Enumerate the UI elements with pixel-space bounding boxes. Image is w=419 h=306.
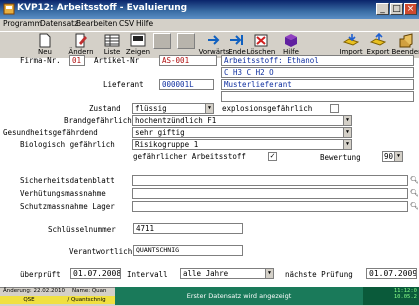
schluessel-label: Schlüsselnummer — [48, 225, 116, 234]
menu-datensatz[interactable]: Datensatz — [40, 19, 78, 28]
lieferant-name: Musterlieferant — [221, 79, 414, 90]
gesundheit-select[interactable]: sehr giftig ▼ — [132, 127, 352, 138]
menu-bearbeiten[interactable]: Bearbeiten — [76, 19, 117, 28]
clock: 11:12:0 10.05.2 — [363, 287, 419, 305]
help-icon — [282, 33, 300, 48]
maximize-button[interactable]: □ — [390, 3, 403, 15]
naechste-input[interactable]: 01.07.2009 — [366, 268, 417, 279]
close-button[interactable]: × — [404, 3, 417, 15]
browse-icon[interactable]: 🔍︎ — [410, 189, 419, 198]
artikel-name: Arbeitsstoff: Ethanol — [221, 55, 414, 66]
status-message: Erster Datensatz wird angezeigt — [115, 287, 363, 305]
sdb-label: Sicherheitsdatenblatt — [20, 176, 115, 185]
extra-field — [221, 91, 414, 102]
chevron-down-icon: ▼ — [343, 116, 351, 125]
brand-label: Brandgefährlich — [64, 116, 132, 125]
browse-icon[interactable]: 🔍︎ — [410, 202, 419, 211]
chevron-down-icon: ▼ — [394, 152, 402, 161]
menu-hilfe[interactable]: Hilfe — [136, 19, 153, 28]
delete-icon — [252, 33, 270, 48]
brand-select[interactable]: hochentzündlich F1 ▼ — [132, 115, 352, 126]
status-name: Name: Quan — [72, 288, 107, 294]
zustand-label: Zustand — [89, 104, 121, 113]
chevron-down-icon: ▼ — [205, 104, 213, 113]
verhuetung-input[interactable] — [132, 188, 408, 199]
bio-select[interactable]: Risikogruppe 1 ▼ — [132, 139, 352, 150]
verantwortlich-label: Verantwortlich — [69, 247, 133, 256]
clock-date: 10.05.2 — [393, 294, 417, 300]
import-icon — [342, 33, 360, 48]
status-user: / Quantschnig — [58, 296, 115, 304]
bewertung-label: Bewertung — [320, 153, 361, 162]
view-button[interactable]: Zeigen — [125, 32, 151, 58]
formula-field: C H3 C H2 O — [221, 67, 414, 78]
lieferant-input[interactable]: 000001L — [159, 79, 214, 90]
explosion-label: explosionsgefährlich — [222, 104, 313, 113]
window-title: KVP12: Arbeitsstoff - Evaluierung — [17, 3, 188, 13]
new-button[interactable]: Neu — [32, 32, 58, 58]
ueberprueft-label: überprüft — [20, 270, 61, 279]
lieferant-label: Lieferant — [103, 80, 144, 89]
gefaehrlich-checkbox[interactable]: ✓ — [268, 152, 277, 161]
sdb-input[interactable] — [132, 175, 408, 186]
gesundheit-label: Gesundheitsgefährdend — [3, 128, 98, 137]
minimize-button[interactable]: _ — [376, 3, 389, 15]
edit-icon — [72, 33, 90, 48]
firma-input[interactable]: 01 — [69, 55, 85, 66]
menu-csv[interactable]: CSV — [119, 19, 134, 28]
chevron-down-icon: ▼ — [265, 269, 273, 278]
firma-label: Firma-Nr. — [20, 56, 61, 65]
artikel-label: Artikel-Nr — [94, 56, 140, 65]
schluessel-input[interactable]: 4711 — [133, 223, 243, 234]
list-icon — [103, 33, 121, 48]
intervall-label: Intervall — [127, 270, 168, 279]
export-icon — [369, 32, 387, 48]
end-icon — [228, 33, 246, 48]
browse-icon[interactable]: 🔍︎ — [410, 176, 419, 185]
schutz-label: Schutzmassnahme Lager — [20, 202, 115, 211]
explosion-checkbox[interactable] — [330, 104, 339, 113]
verantwortlich-input[interactable]: QUANTSCHNIG — [133, 245, 243, 256]
back-icon — [153, 33, 171, 49]
app-icon — [3, 3, 15, 15]
chevron-down-icon: ▼ — [343, 128, 351, 137]
menu-bar: Programm Datensatz Bearbeiten CSV Hilfe — [0, 19, 419, 30]
bio-label: Biologisch gefährlich — [20, 140, 115, 149]
schutz-input[interactable] — [132, 201, 408, 212]
status-aenderung: Änderung: 22.02.2010 — [3, 288, 65, 294]
menu-programm[interactable]: Programm — [3, 19, 42, 28]
exit-icon — [398, 33, 416, 48]
chevron-down-icon: ▼ — [343, 140, 351, 149]
forward-icon — [205, 33, 223, 48]
new-icon — [36, 33, 54, 48]
verhuetung-label: Verhütungsmassnahme — [20, 189, 106, 198]
status-qse: QSE — [0, 296, 58, 304]
intervall-select[interactable]: alle Jahre ▼ — [180, 268, 274, 279]
naechste-label: nächste Prüfung — [285, 270, 353, 279]
bewertung-select[interactable]: 90 ▼ — [382, 151, 403, 162]
artikel-input[interactable]: AS-001 — [159, 55, 217, 66]
ueberprueft-input[interactable]: 01.07.2008 — [70, 268, 121, 279]
gefaehrlich-label: gefährlicher Arbeitsstoff — [133, 152, 246, 161]
view-icon — [129, 33, 147, 48]
prev-icon — [177, 33, 195, 49]
zustand-select[interactable]: flüssig ▼ — [132, 103, 214, 114]
